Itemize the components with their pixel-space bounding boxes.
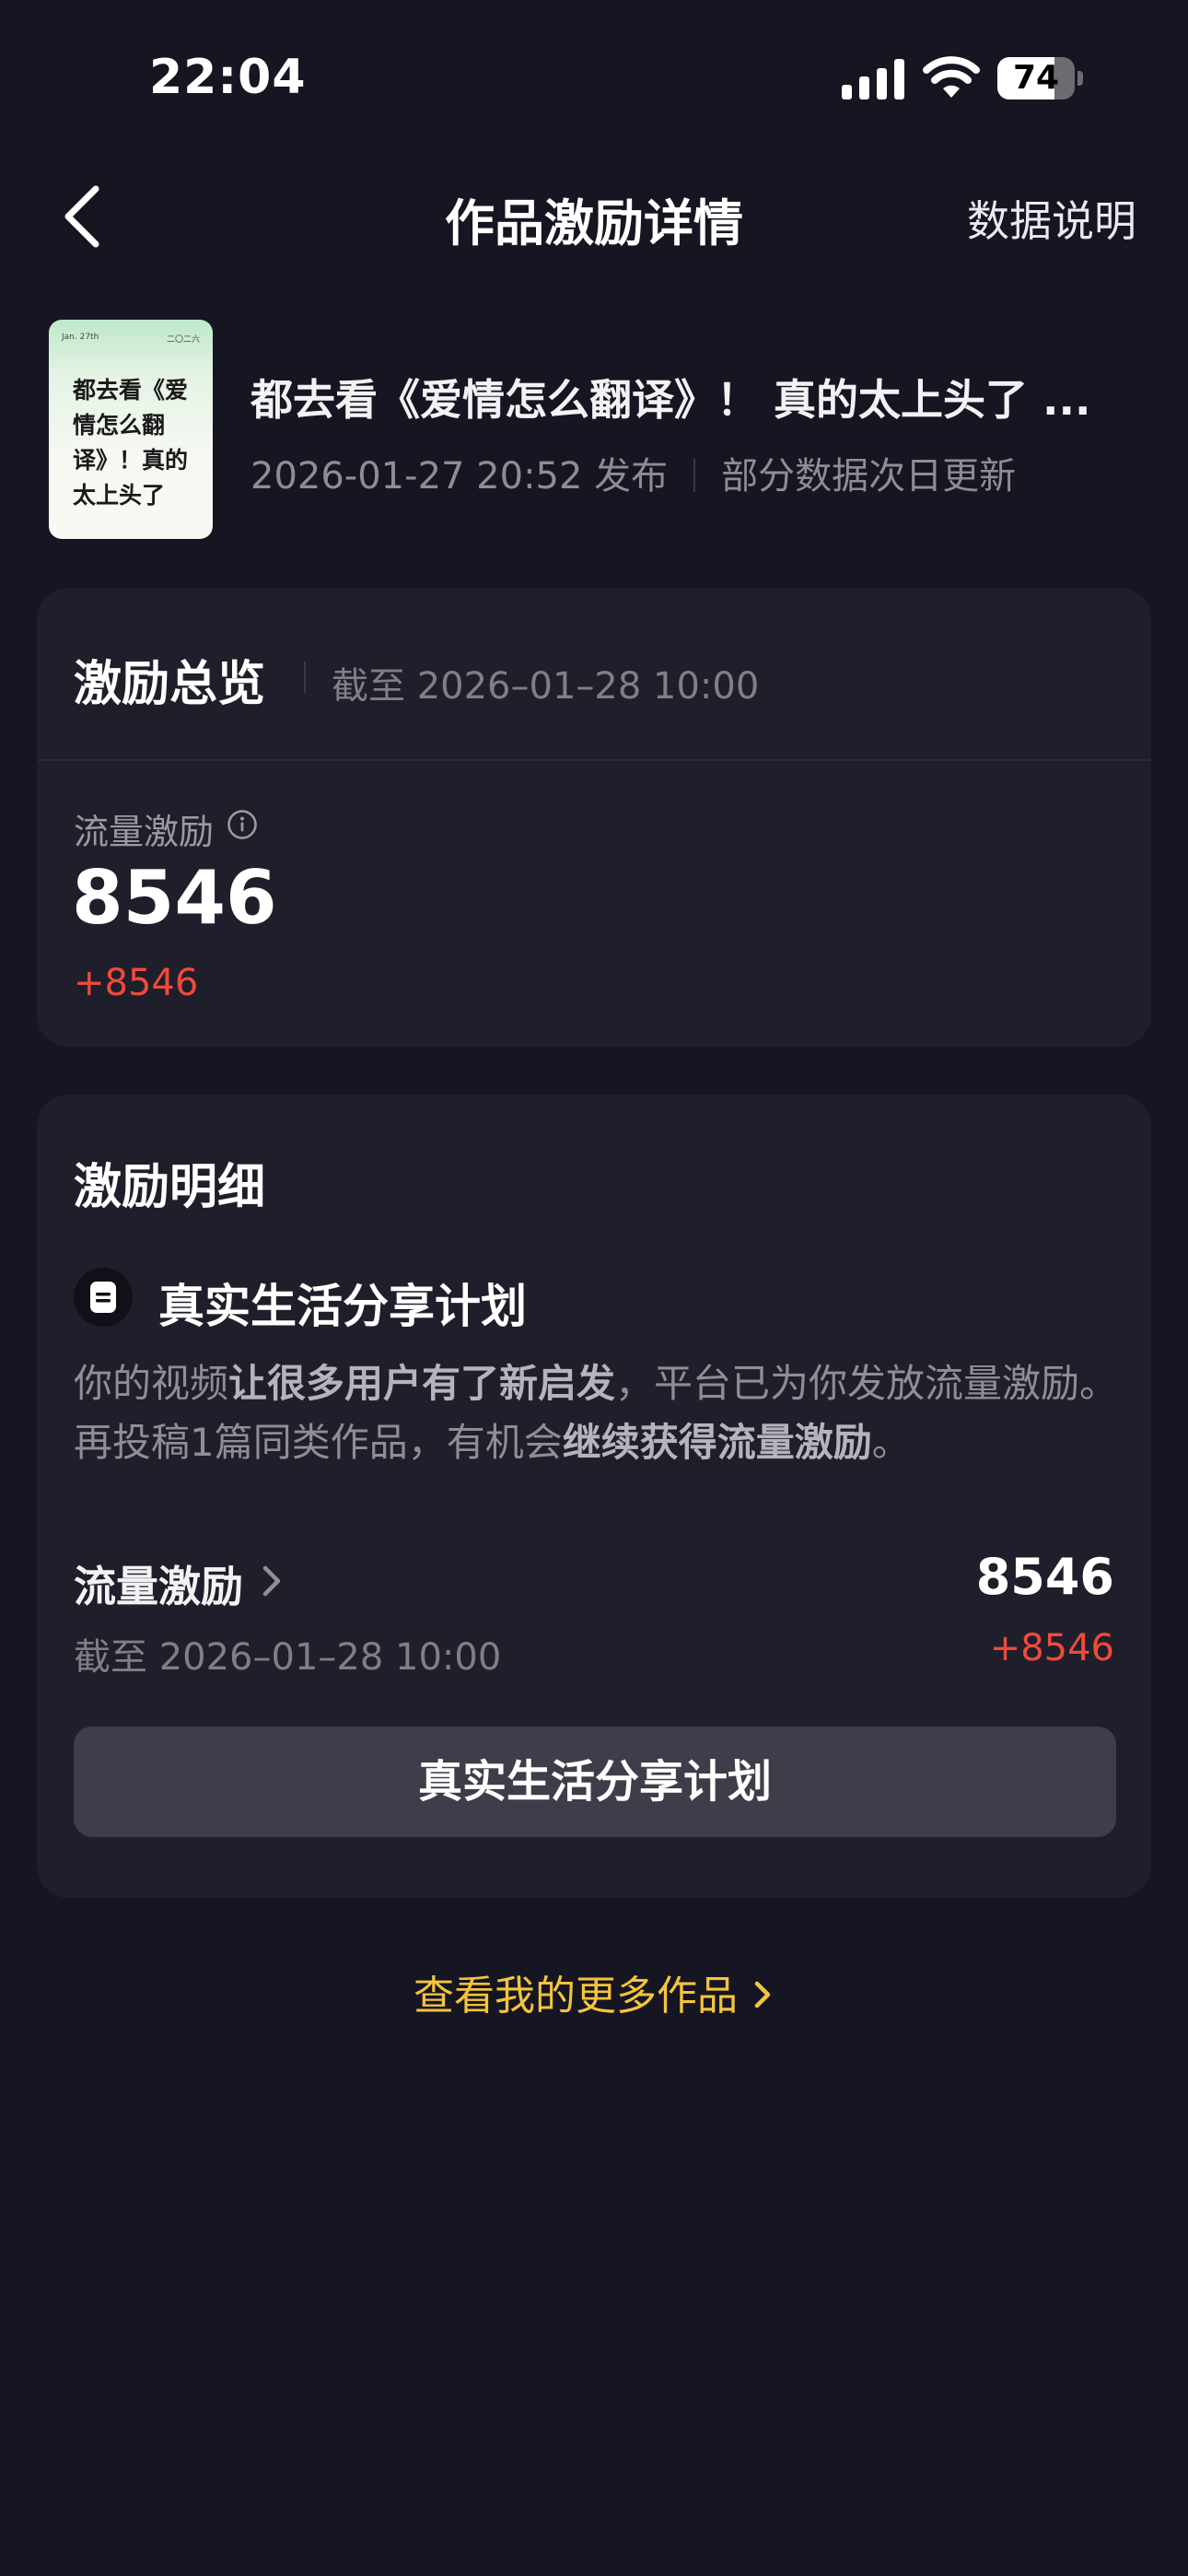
traffic-incentive-detail-delta: +8546 <box>989 1627 1114 1669</box>
cellular-signal-icon <box>842 59 904 100</box>
traffic-incentive-detail-value: 8546 <box>975 1548 1114 1606</box>
detail-card: 激励明细 真实生活分享计划 你的视频让很多用户有了新启发，平台已为你发放流量激励… <box>37 1095 1151 1898</box>
incentive-detail-page: 22:04 74 作品激励详情 数据说明 Jan. 27th 二〇二六 都去看《… <box>0 0 1188 2576</box>
overview-card: 激励总览 截至 2026–01–28 10:00 流量激励 8546 +8546 <box>37 588 1151 1047</box>
status-time: 22:04 <box>149 50 307 105</box>
meta-divider <box>693 459 696 492</box>
overview-title: 激励总览 <box>74 657 266 712</box>
traffic-incentive-as-of: 截至 2026–01–28 10:00 <box>74 1636 502 1679</box>
traffic-incentive-delta: +8546 <box>74 962 199 1004</box>
thumbnail-text: 都去看《爱情怎么翻译》！真的太上头了 <box>73 377 189 509</box>
video-title[interactable]: 都去看《爱情怎么翻译》！ 真的太上头了 ... <box>250 367 1135 427</box>
plan-button[interactable]: 真实生活分享计划 <box>74 1727 1116 1837</box>
overview-as-of: 截至 2026–01–28 10:00 <box>332 665 760 708</box>
plan-desc-highlight-1: 让很多用户有了新启发 <box>228 1361 616 1406</box>
battery-percent: 74 <box>1012 59 1060 97</box>
info-icon[interactable] <box>227 809 258 840</box>
plan-desc-highlight-2: 继续获得流量激励 <box>562 1420 872 1465</box>
document-icon-glyph <box>90 1282 116 1313</box>
battery-cap <box>1077 71 1083 86</box>
traffic-incentive-link[interactable]: 流量激励 <box>74 1553 243 1614</box>
status-bar: 22:04 74 <box>0 0 1188 157</box>
publish-time: 2026-01-27 20:52 发布 <box>250 455 669 498</box>
chevron-right-icon <box>754 1981 771 2008</box>
video-thumbnail[interactable]: Jan. 27th 二〇二六 都去看《爱情怎么翻译》！真的太上头了 <box>49 320 213 539</box>
more-works-link[interactable]: 查看我的更多作品 <box>0 1962 1188 2021</box>
plan-desc-part-3: 。 <box>871 1420 911 1465</box>
document-icon <box>74 1268 133 1327</box>
overview-divider <box>37 759 1151 761</box>
more-works-label: 查看我的更多作品 <box>413 1973 738 2020</box>
traffic-incentive-label: 流量激励 <box>74 812 215 852</box>
detail-title: 激励明细 <box>74 1160 266 1215</box>
wifi-icon <box>923 56 980 98</box>
overview-title-divider <box>304 662 306 693</box>
plan-desc-part-1: 你的视频 <box>74 1361 229 1406</box>
thumbnail-corner-text: 二〇二六 <box>166 335 200 345</box>
video-meta: 2026-01-27 20:52 发布 部分数据次日更新 <box>250 446 1016 499</box>
chevron-right-icon[interactable] <box>258 1561 285 1601</box>
data-explanation-button[interactable]: 数据说明 <box>967 188 1136 249</box>
thumbnail-date: Jan. 27th <box>62 333 99 342</box>
plan-description: 你的视频让很多用户有了新启发，平台已为你发放流量激励。再投稿1篇同类作品，有机会… <box>74 1354 1124 1472</box>
plan-name: 真实生活分享计划 <box>158 1280 527 1333</box>
update-note: 部分数据次日更新 <box>721 455 1017 498</box>
battery-icon: 74 <box>997 57 1075 100</box>
traffic-incentive-value: 8546 <box>72 855 277 941</box>
thumbnail-header: Jan. 27th 二〇二六 <box>62 333 200 345</box>
